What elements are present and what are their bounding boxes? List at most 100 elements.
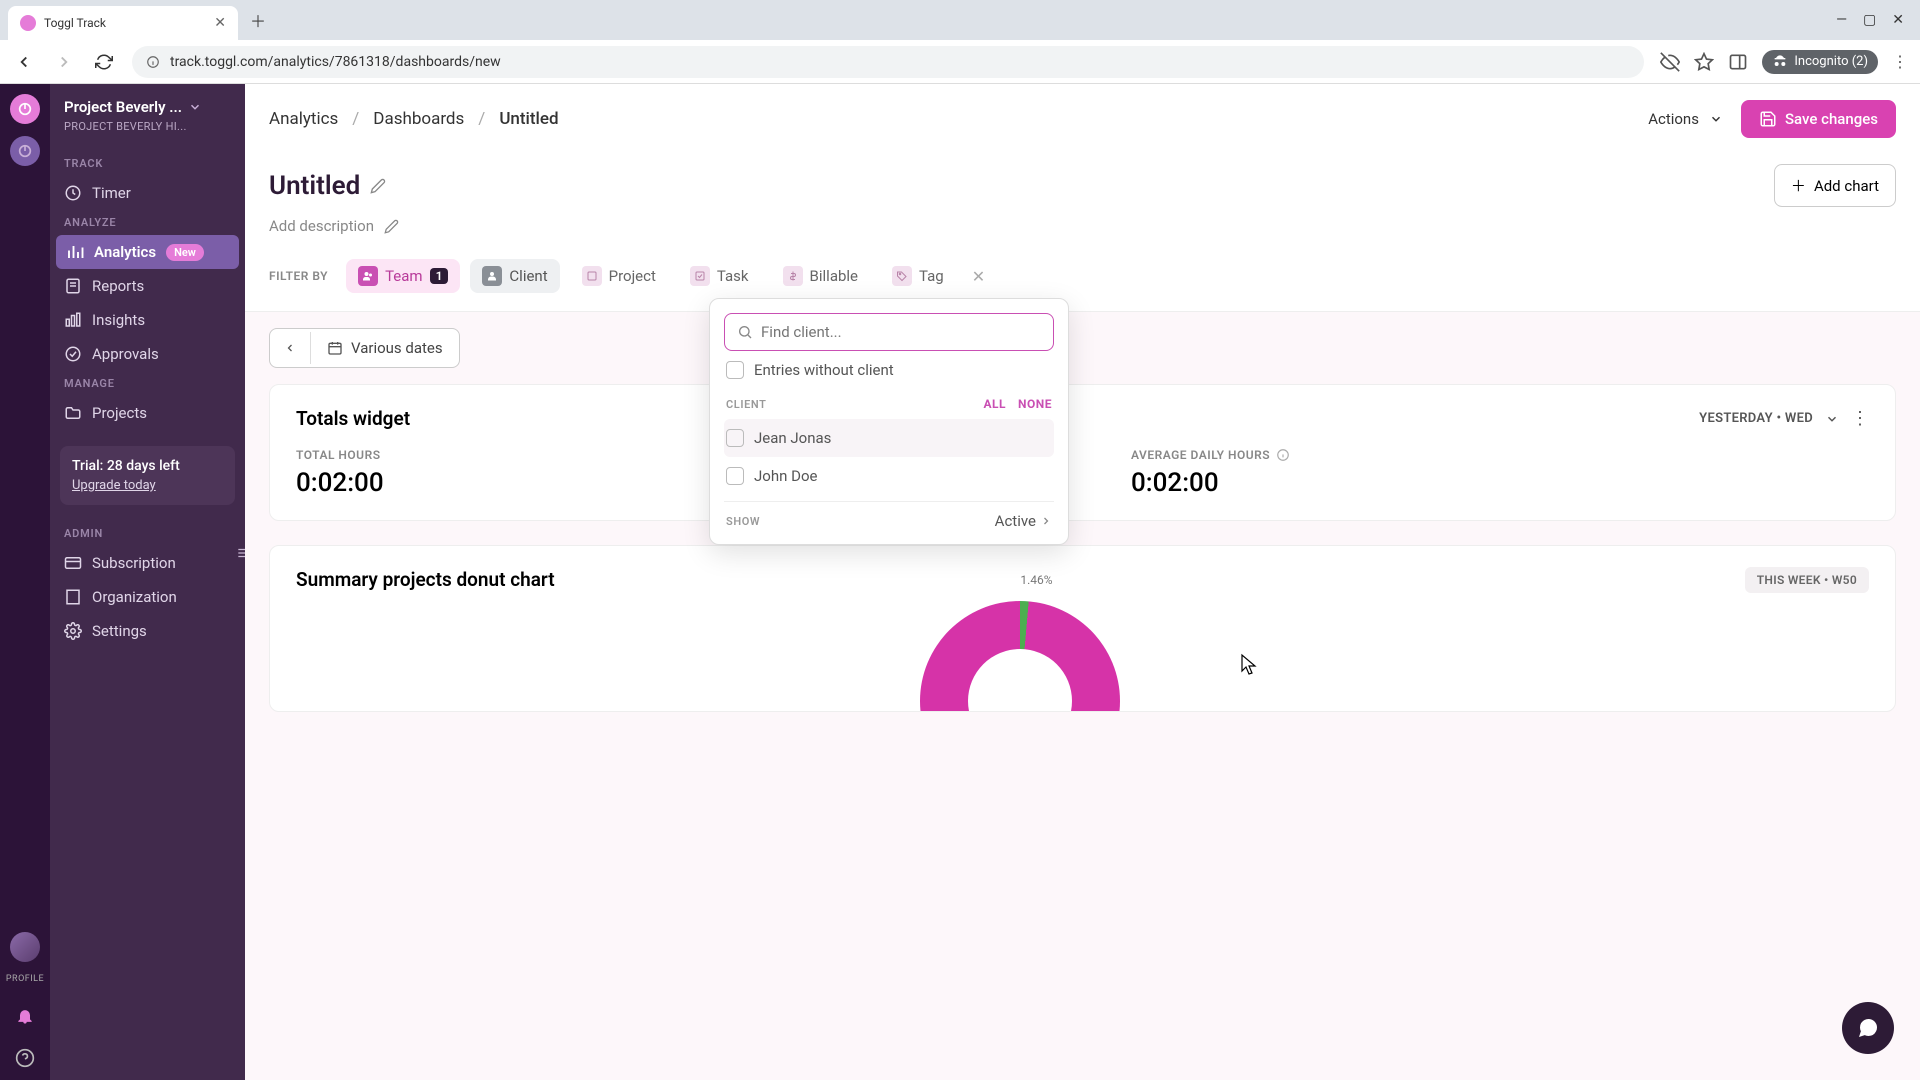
sidebar-item-projects[interactable]: Projects: [50, 396, 245, 430]
sidebar-item-timer[interactable]: Timer: [50, 176, 245, 210]
tag-icon: [892, 266, 912, 286]
client-search-input[interactable]: [761, 323, 1041, 341]
actions-dropdown[interactable]: Actions: [1644, 102, 1727, 136]
address-bar[interactable]: track.toggl.com/analytics/7861318/dashbo…: [132, 46, 1644, 78]
sidebar-item-insights[interactable]: Insights: [50, 303, 245, 337]
sidebar-item-organization[interactable]: Organization: [50, 580, 245, 614]
filter-label: FILTER BY: [269, 269, 328, 283]
section-analyze: ANALYZE: [50, 210, 245, 235]
browser-tab[interactable]: Toggl Track ✕: [8, 6, 238, 40]
panel-icon[interactable]: [1728, 52, 1748, 72]
close-window-icon[interactable]: ✕: [1892, 12, 1904, 28]
date-display[interactable]: Various dates: [311, 329, 459, 367]
tab-title: Toggl Track: [44, 16, 206, 30]
clock-icon: [64, 184, 82, 202]
checkbox[interactable]: [726, 467, 744, 485]
entries-without-client[interactable]: Entries without client: [724, 351, 1054, 389]
save-button[interactable]: Save changes: [1741, 100, 1896, 138]
help-icon[interactable]: [15, 1048, 35, 1068]
client-option[interactable]: John Doe: [724, 457, 1054, 495]
folder-icon: [64, 404, 82, 422]
minimize-icon[interactable]: —: [1836, 12, 1847, 28]
select-all-link[interactable]: ALL: [983, 397, 1006, 411]
task-icon: [690, 266, 710, 286]
forward-button[interactable]: [52, 50, 76, 74]
close-tab-icon[interactable]: ✕: [214, 15, 226, 31]
eye-off-icon[interactable]: [1660, 52, 1680, 72]
widget-title: Totals widget: [296, 407, 410, 430]
client-option[interactable]: Jean Jonas: [724, 419, 1054, 457]
rail-toggl-icon[interactable]: [10, 94, 40, 124]
workspace-subtitle: PROJECT BEVERLY HI...: [50, 120, 245, 151]
insights-icon: [64, 311, 82, 329]
sidebar-item-settings[interactable]: Settings: [50, 614, 245, 648]
edit-description-icon: [384, 219, 399, 234]
filter-billable[interactable]: Billable: [771, 259, 870, 293]
breadcrumb-current: Untitled: [499, 109, 558, 129]
sidebar-item-approvals[interactable]: Approvals: [50, 337, 245, 371]
section-admin: ADMIN: [50, 521, 245, 546]
donut-slice-label: 1.46%: [1020, 573, 1052, 587]
left-rail: PROFILE: [0, 84, 50, 1080]
widget-menu-icon[interactable]: ⋮: [1851, 408, 1869, 429]
widget-range[interactable]: YESTERDAY • WED: [1699, 411, 1813, 426]
sidebar-item-reports[interactable]: Reports: [50, 269, 245, 303]
chevron-down-icon: [188, 100, 202, 114]
chevron-down-icon[interactable]: [1825, 412, 1839, 426]
filter-tag[interactable]: Tag: [880, 259, 956, 293]
filter-client[interactable]: Client: [470, 259, 559, 293]
edit-title-icon[interactable]: [370, 178, 386, 194]
maximize-icon[interactable]: ▢: [1863, 12, 1876, 28]
sidebar: Project Beverly ... PROJECT BEVERLY HI..…: [50, 84, 245, 1080]
sidebar-item-subscription[interactable]: Subscription: [50, 546, 245, 580]
checkbox[interactable]: [726, 361, 744, 379]
client-search[interactable]: [724, 313, 1054, 351]
add-chart-button[interactable]: ＋ Add chart: [1774, 164, 1896, 207]
workspace-switcher[interactable]: Project Beverly ...: [50, 98, 245, 120]
filter-bar: FILTER BY Team 1 Client Project Task Bil…: [245, 249, 1920, 312]
browser-toolbar: track.toggl.com/analytics/7861318/dashbo…: [0, 40, 1920, 84]
info-icon[interactable]: [1276, 448, 1290, 462]
save-icon: [1759, 110, 1777, 128]
new-tab-button[interactable]: ＋: [244, 6, 272, 34]
stat-avg-hours: AVERAGE DAILY HOURS 0:02:00: [1131, 448, 1290, 498]
trial-box: Trial: 28 days left Upgrade today: [60, 446, 235, 505]
dashboard-title[interactable]: Untitled: [269, 171, 360, 201]
breadcrumb-analytics[interactable]: Analytics: [269, 109, 338, 129]
dashboard-header: Untitled ＋ Add chart: [245, 154, 1920, 213]
calendar-icon: [327, 340, 343, 356]
plus-icon: ＋: [1791, 175, 1806, 196]
chat-fab[interactable]: [1842, 1002, 1894, 1054]
team-icon: [358, 266, 378, 286]
incognito-badge[interactable]: Incognito (2): [1762, 50, 1878, 74]
sidebar-item-analytics[interactable]: Analytics New: [56, 235, 239, 269]
building-icon: [64, 588, 82, 606]
totals-widget: Totals widget YESTERDAY • WED ⋮ TOTAL HO…: [269, 384, 1896, 521]
chart-icon: [66, 243, 84, 261]
clear-filters-icon[interactable]: ✕: [972, 267, 985, 286]
rail-secondary-icon[interactable]: [10, 136, 40, 166]
back-button[interactable]: [12, 50, 36, 74]
menu-icon[interactable]: ⋮: [1892, 52, 1908, 71]
reload-button[interactable]: [92, 50, 116, 74]
widget-title: Summary projects donut chart: [296, 568, 555, 591]
donut-chart: [920, 601, 1120, 712]
upgrade-link[interactable]: Upgrade today: [72, 478, 156, 493]
donut-range-pill[interactable]: THIS WEEK • W50: [1745, 567, 1869, 593]
filter-project[interactable]: Project: [570, 259, 668, 293]
profile-avatar[interactable]: [10, 932, 40, 962]
profile-label: PROFILE: [6, 974, 44, 984]
window-controls: — ▢ ✕: [1836, 12, 1912, 28]
filter-task[interactable]: Task: [678, 259, 761, 293]
star-icon[interactable]: [1694, 52, 1714, 72]
notifications-icon[interactable]: [15, 1006, 35, 1026]
filter-team[interactable]: Team 1: [346, 259, 460, 293]
breadcrumb-dashboards[interactable]: Dashboards: [373, 109, 464, 129]
select-none-link[interactable]: NONE: [1018, 397, 1052, 411]
new-badge: New: [166, 244, 204, 261]
dashboard-description[interactable]: Add description: [245, 213, 1920, 249]
date-prev[interactable]: [270, 332, 311, 364]
checkbox[interactable]: [726, 429, 744, 447]
show-filter[interactable]: Active: [995, 512, 1052, 530]
section-manage: MANAGE: [50, 371, 245, 396]
